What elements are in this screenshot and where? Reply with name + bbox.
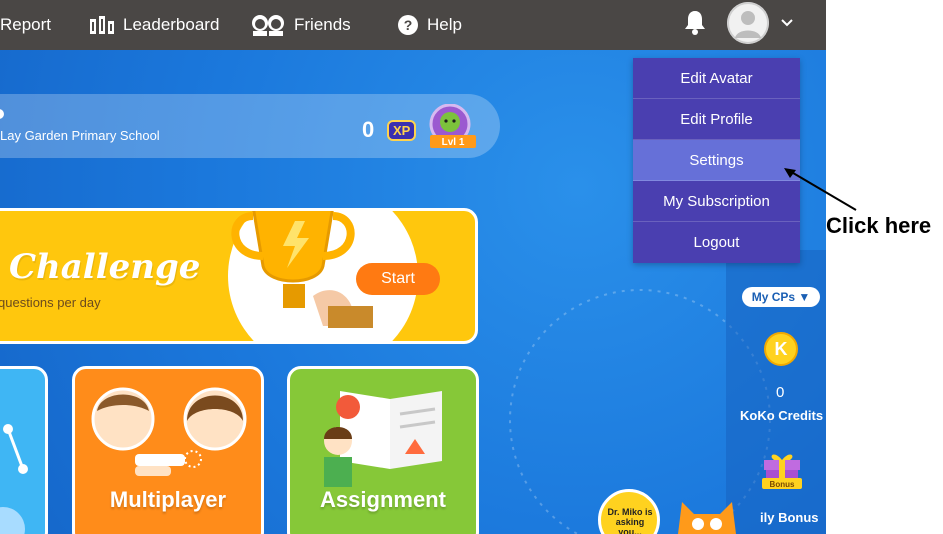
help-icon: ? — [398, 15, 418, 35]
school-name: Lay Garden Primary School — [0, 128, 160, 143]
nav-help-label: Help — [427, 15, 462, 34]
my-cps-dropdown[interactable]: My CPs ▼ — [742, 287, 820, 307]
assignment-card[interactable]: Assignment — [287, 366, 479, 534]
nav-help[interactable]: ? Help — [397, 0, 462, 50]
gift-icon[interactable]: Bonus — [760, 448, 804, 492]
avatar-silhouette-icon — [727, 2, 769, 44]
menu-item-my-subscription[interactable]: My Subscription — [633, 181, 800, 222]
top-nav-bar: Report Leaderboard Friends ? Help — [0, 0, 826, 50]
daily-bonus-label[interactable]: ily Bonus — [760, 510, 819, 525]
annotation-arrow-icon — [784, 168, 857, 211]
molecule-icon — [0, 424, 28, 534]
chevron-down-icon[interactable] — [779, 14, 795, 30]
menu-item-settings[interactable]: Settings — [633, 140, 800, 181]
challenge-banner[interactable]: Challenge questions per day Start — [0, 208, 478, 344]
challenge-start-button[interactable]: Start — [356, 263, 440, 295]
notification-bell-icon[interactable] — [683, 9, 707, 35]
challenge-title: Challenge — [9, 247, 201, 287]
svg-text:?: ? — [404, 17, 413, 33]
nav-report-label: Report — [0, 15, 52, 34]
mascot-icon — [678, 502, 736, 534]
profile-bar — [0, 94, 500, 158]
level-badge-icon: Lvl 1 — [429, 104, 476, 148]
multiplayer-label: Multiplayer — [109, 487, 227, 512]
challenge-subtitle: questions per day — [0, 295, 101, 310]
koko-credits-value: 0 — [776, 384, 785, 401]
koko-coin-icon: K — [764, 332, 798, 366]
friends-icon — [252, 15, 284, 36]
user-avatar[interactable] — [727, 2, 769, 44]
koko-credits-label[interactable]: KoKo Credits — [740, 408, 823, 423]
leaderboard-icon — [90, 16, 114, 34]
trophy-icon — [231, 211, 373, 328]
level-label: Lvl 1 — [442, 137, 465, 148]
xp-value: 0 — [362, 117, 375, 142]
menu-item-logout[interactable]: Logout — [633, 222, 800, 263]
assignment-label: Assignment — [320, 487, 446, 512]
nav-report[interactable]: Report — [0, 0, 51, 50]
app-window: Report Leaderboard Friends ? Help Lay Ga… — [0, 0, 826, 534]
card-left-partial[interactable] — [0, 366, 48, 534]
menu-item-edit-avatar[interactable]: Edit Avatar — [633, 58, 800, 99]
menu-item-edit-profile[interactable]: Edit Profile — [633, 99, 800, 140]
nav-leaderboard[interactable]: Leaderboard — [89, 0, 219, 50]
nav-leaderboard-label: Leaderboard — [123, 15, 220, 34]
nav-friends-label: Friends — [294, 15, 351, 34]
multiplayer-card[interactable]: Multiplayer — [72, 366, 264, 534]
profile-avatar-icon — [0, 109, 4, 119]
nav-friends[interactable]: Friends — [250, 0, 351, 50]
annotation-label: Click here — [826, 213, 932, 238]
bonus-badge-label: Bonus — [770, 480, 795, 489]
profile-dropdown-menu: Edit Avatar Edit Profile Settings My Sub… — [633, 58, 800, 263]
xp-badge: XP — [387, 120, 417, 141]
dr-miko-text: Dr. Miko is asking you... — [607, 507, 653, 534]
